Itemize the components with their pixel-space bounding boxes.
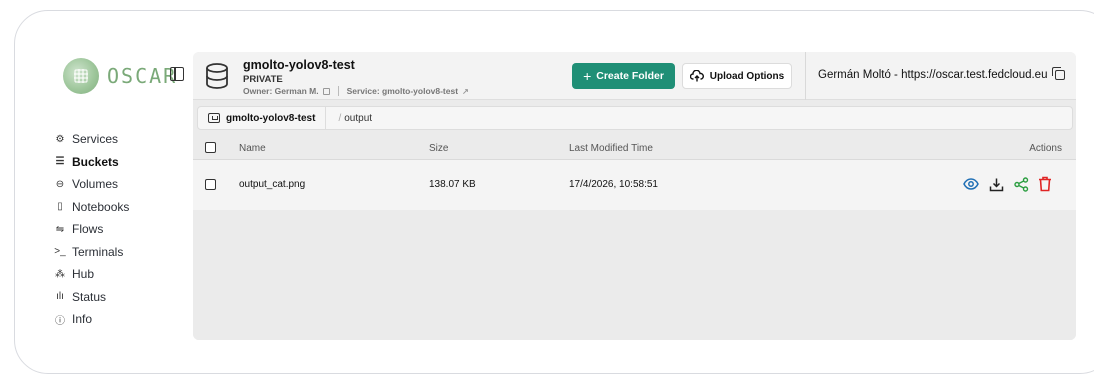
file-name[interactable]: output_cat.png: [239, 179, 305, 190]
sidebar-item-status[interactable]: ılı Status: [54, 286, 129, 309]
breadcrumb-current-label: output: [344, 112, 373, 124]
table-empty-area: [193, 210, 1076, 340]
sidebar-toggle-icon[interactable]: [170, 67, 184, 81]
status-icon: ılı: [56, 291, 64, 303]
sidebar-item-label: Terminals: [72, 244, 124, 259]
column-name[interactable]: Name: [239, 143, 266, 154]
file-modified: 17/4/2026, 10:58:51: [569, 179, 658, 190]
sidebar-item-label: Volumes: [72, 177, 119, 192]
download-icon[interactable]: [987, 175, 1005, 193]
user-endpoint: Germán Moltó - https://oscar.test.fedclo…: [818, 67, 1066, 81]
sidebar-item-hub[interactable]: ⁂ Hub: [54, 263, 129, 286]
meta-divider: [337, 86, 339, 96]
sidebar-item-label: Flows: [72, 222, 104, 237]
share-icon[interactable]: [1012, 175, 1030, 193]
upload-options-button[interactable]: Upload Options: [682, 63, 792, 89]
breadcrumb-root-label: gmolto-yolov8-test: [226, 112, 316, 124]
breadcrumb: gmolto-yolov8-test / output: [197, 106, 1073, 130]
table-header: Name Size Last Modified Time Actions: [193, 136, 1076, 160]
sidebar-item-label: Hub: [72, 267, 95, 282]
flows-icon: ⇋: [55, 223, 65, 235]
preview-eye-icon[interactable]: [962, 175, 980, 193]
file-size: 138.07 KB: [429, 179, 476, 190]
plus-icon: +: [583, 68, 592, 84]
breadcrumb-root[interactable]: gmolto-yolov8-test: [198, 107, 327, 129]
sidebar-item-label: Buckets: [72, 154, 119, 169]
bucket-meta: Owner: German M. Service: gmolto-yolov8-…: [243, 86, 469, 96]
sidebar-item-buckets[interactable]: ☰ Buckets: [54, 151, 129, 174]
create-folder-button[interactable]: + Create Folder: [572, 63, 675, 89]
user-endpoint-text: Germán Moltó - https://oscar.test.fedclo…: [818, 69, 1048, 81]
column-size[interactable]: Size: [429, 143, 448, 154]
notebook-icon: ▯: [57, 201, 63, 213]
sidebar-item-info[interactable]: ⓘ Info: [54, 308, 129, 331]
sidebar-item-label: Notebooks: [72, 199, 130, 214]
table-row[interactable]: output_cat.png 138.07 KB 17/4/2026, 10:5…: [193, 160, 1076, 210]
folder-icon: [208, 113, 220, 123]
bucket-title: gmolto-yolov8-test: [243, 58, 355, 72]
bucket-panel: gmolto-yolov8-test PRIVATE Owner: German…: [193, 52, 1076, 340]
oscar-logo[interactable]: OSCAR: [63, 58, 177, 94]
external-link-icon[interactable]: ↗: [462, 87, 469, 96]
breadcrumb-current[interactable]: / output: [326, 113, 372, 124]
sidebar-item-terminals[interactable]: >_ Terminals: [54, 241, 129, 264]
owner-text: Owner: German M.: [243, 86, 319, 96]
upload-options-label: Upload Options: [709, 70, 785, 82]
header-divider: [805, 52, 806, 100]
cloud-upload-icon: [689, 70, 704, 82]
service-link[interactable]: Service: gmolto-yolov8-test: [347, 86, 458, 96]
sidebar-item-services[interactable]: ⚙ Services: [54, 128, 129, 151]
select-all-checkbox[interactable]: [205, 142, 216, 153]
delete-icon[interactable]: [1036, 175, 1054, 193]
volume-icon: ⊖: [55, 178, 65, 190]
column-actions: Actions: [1029, 143, 1062, 154]
sidebar-item-label: Status: [72, 289, 107, 304]
services-icon: ⚙: [55, 133, 65, 145]
sidebar-nav: ⚙ Services ☰ Buckets ⊖ Volumes ▯ Noteboo…: [54, 128, 129, 331]
copy-owner-icon[interactable]: [322, 87, 330, 95]
database-icon: [206, 63, 228, 89]
hub-icon: ⁂: [55, 268, 65, 280]
breadcrumb-separator: /: [338, 112, 342, 124]
sidebar-item-label: Services: [72, 132, 119, 147]
sidebar-item-label: Info: [72, 312, 93, 327]
terminal-icon: >_: [54, 246, 66, 258]
copy-endpoint-icon[interactable]: [1052, 67, 1066, 80]
sidebar-item-flows[interactable]: ⇋ Flows: [54, 218, 129, 241]
bucket-header: gmolto-yolov8-test PRIVATE Owner: German…: [193, 52, 1076, 100]
bucket-icon: ☰: [55, 156, 65, 168]
create-folder-label: Create Folder: [596, 70, 664, 82]
sidebar-item-notebooks[interactable]: ▯ Notebooks: [54, 196, 129, 219]
column-modified[interactable]: Last Modified Time: [569, 143, 653, 154]
logo-text: OSCAR: [107, 64, 178, 88]
row-checkbox[interactable]: [205, 179, 216, 190]
info-icon: ⓘ: [55, 315, 65, 327]
visibility-badge: PRIVATE: [243, 74, 283, 85]
logo-icon: [63, 58, 99, 94]
sidebar-item-volumes[interactable]: ⊖ Volumes: [54, 173, 129, 196]
